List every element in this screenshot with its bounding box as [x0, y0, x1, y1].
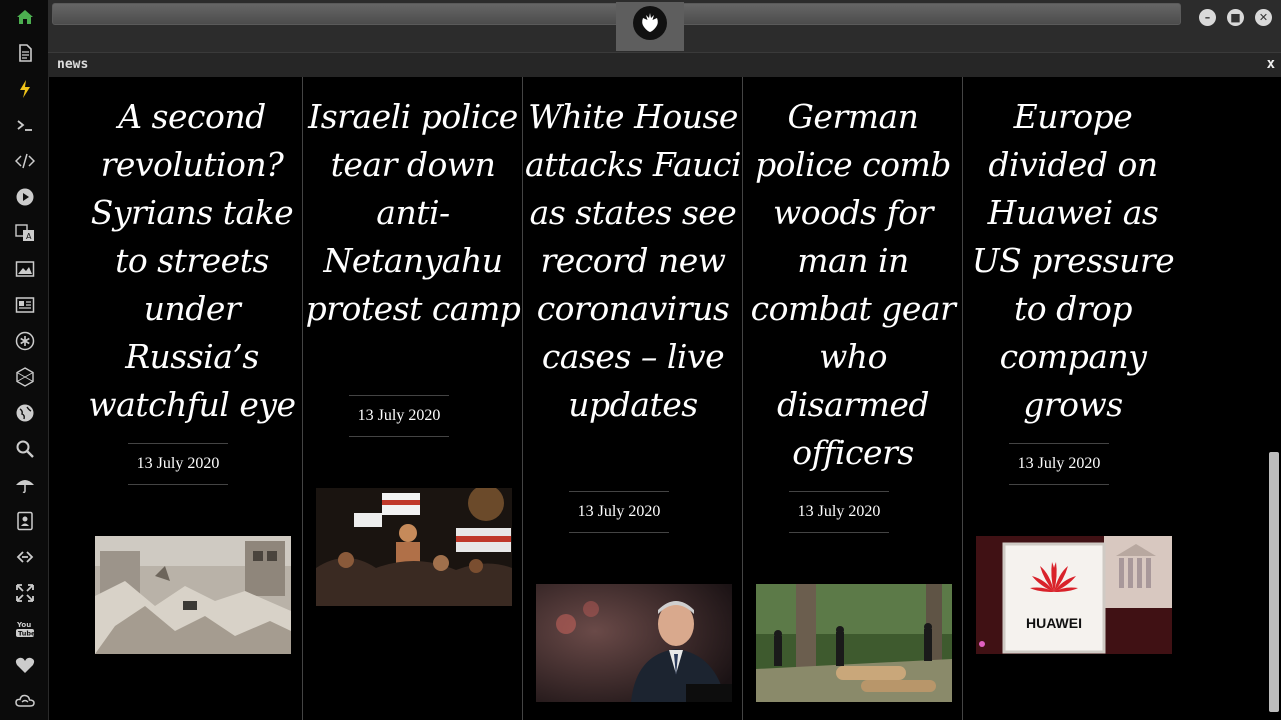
news-content: A second revolution? Syrians take to str… — [49, 77, 1267, 720]
link-icon[interactable] — [14, 546, 36, 568]
article-date: 13 July 2020 — [349, 395, 449, 437]
article-headline[interactable]: A second revolution? Syrians take to str… — [82, 93, 302, 429]
left-sidebar: A You Tube — [0, 0, 49, 720]
image-icon[interactable] — [14, 258, 36, 280]
tab-title[interactable]: news — [57, 57, 88, 72]
code-icon[interactable] — [14, 150, 36, 172]
article-headline[interactable]: White House attacks Fauci as states see … — [523, 93, 743, 429]
news-icon[interactable] — [14, 294, 36, 316]
article-headline[interactable]: Europe divided on Huawei as US pressure … — [963, 93, 1183, 429]
svg-text:You: You — [16, 621, 31, 629]
minimize-button[interactable]: – — [1199, 9, 1216, 26]
rebel-logo-icon — [633, 6, 667, 40]
hexagon-icon[interactable] — [14, 366, 36, 388]
document-icon[interactable] — [14, 42, 36, 64]
article-date: 13 July 2020 — [569, 491, 669, 533]
fauci-photo[interactable] — [536, 584, 732, 702]
search-icon[interactable] — [14, 438, 36, 460]
close-window-button[interactable]: ✕ — [1255, 9, 1272, 26]
lightning-icon[interactable] — [14, 78, 36, 100]
svg-text:Tube: Tube — [18, 630, 35, 638]
rubble-photo[interactable] — [95, 536, 291, 654]
tab-close-button[interactable]: x — [1267, 56, 1275, 72]
cloud-icon[interactable] — [14, 690, 36, 712]
asterisk-icon[interactable] — [14, 330, 36, 352]
article-headline[interactable]: German police comb woods for man in comb… — [743, 93, 963, 477]
logo-tab[interactable] — [616, 2, 684, 51]
umbrella-icon[interactable] — [14, 474, 36, 496]
article-headline[interactable]: Israeli police tear down anti-Netanyahu … — [303, 93, 523, 333]
play-icon[interactable] — [14, 186, 36, 208]
browser-toolbar: – ■ ✕ — [48, 0, 1281, 52]
home-icon[interactable] — [14, 6, 36, 28]
article-card[interactable]: German police comb woods for man in comb… — [742, 77, 963, 720]
contacts-icon[interactable] — [14, 510, 36, 532]
article-card[interactable]: White House attacks Fauci as states see … — [522, 77, 743, 720]
svg-text:A: A — [26, 232, 32, 241]
huawei-photo[interactable]: HUAWEI — [976, 536, 1172, 654]
tab-bar: news x — [48, 52, 1281, 77]
scrollbar-thumb[interactable] — [1269, 452, 1279, 712]
forest-police-photo[interactable] — [756, 584, 952, 702]
maximize-button[interactable]: ■ — [1227, 9, 1244, 26]
article-card[interactable]: Europe divided on Huawei as US pressure … — [962, 77, 1183, 720]
huawei-sign-text: HUAWEI — [1026, 615, 1082, 631]
translate-icon[interactable]: A — [14, 222, 36, 244]
heart-icon[interactable] — [14, 654, 36, 676]
article-date: 13 July 2020 — [128, 443, 228, 485]
protest-photo[interactable] — [316, 488, 512, 606]
article-card[interactable]: A second revolution? Syrians take to str… — [82, 77, 302, 720]
terminal-icon[interactable] — [14, 114, 36, 136]
article-date: 13 July 2020 — [1009, 443, 1109, 485]
expand-icon[interactable] — [14, 582, 36, 604]
youtube-icon[interactable]: You Tube — [14, 618, 36, 640]
globe-icon[interactable] — [14, 402, 36, 424]
article-date: 13 July 2020 — [789, 491, 889, 533]
article-card[interactable]: Israeli police tear down anti-Netanyahu … — [302, 77, 523, 720]
